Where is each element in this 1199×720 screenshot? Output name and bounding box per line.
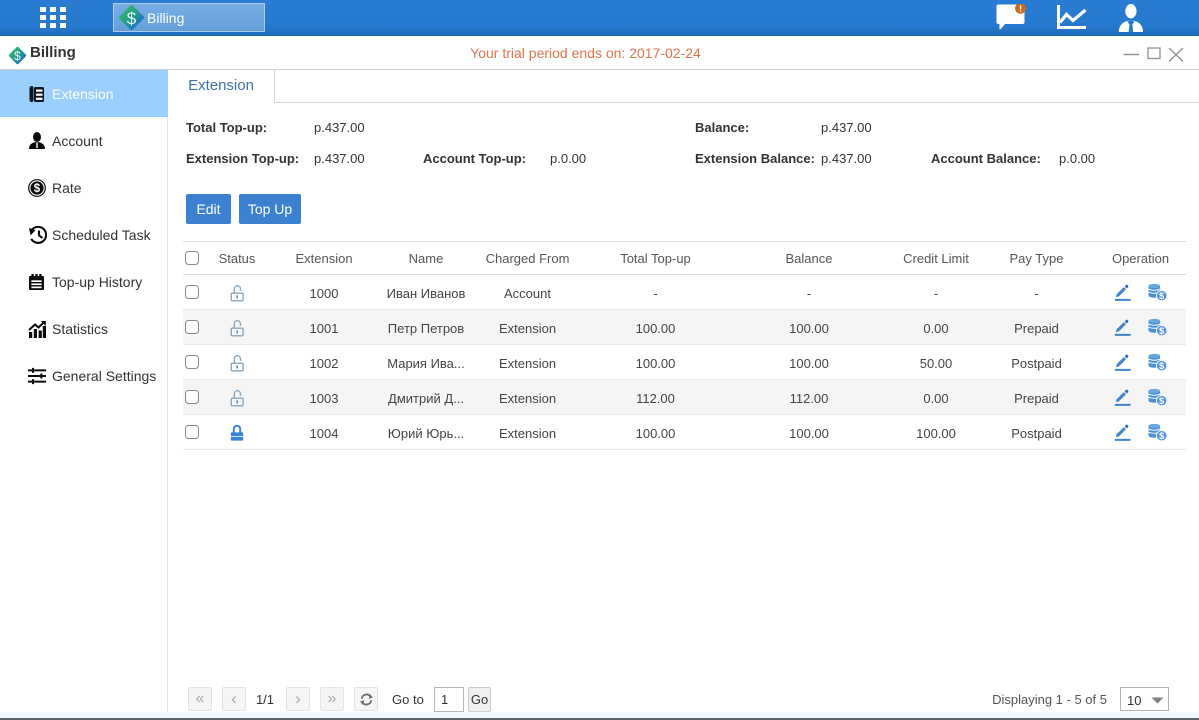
svg-text:$: $ <box>1159 396 1165 407</box>
svg-text:$: $ <box>1159 291 1165 302</box>
svg-text:$: $ <box>127 9 137 28</box>
svg-text:$: $ <box>1159 326 1165 337</box>
svg-text:$: $ <box>1159 361 1165 372</box>
svg-text:$: $ <box>34 183 41 195</box>
svg-text:$: $ <box>1159 431 1165 442</box>
